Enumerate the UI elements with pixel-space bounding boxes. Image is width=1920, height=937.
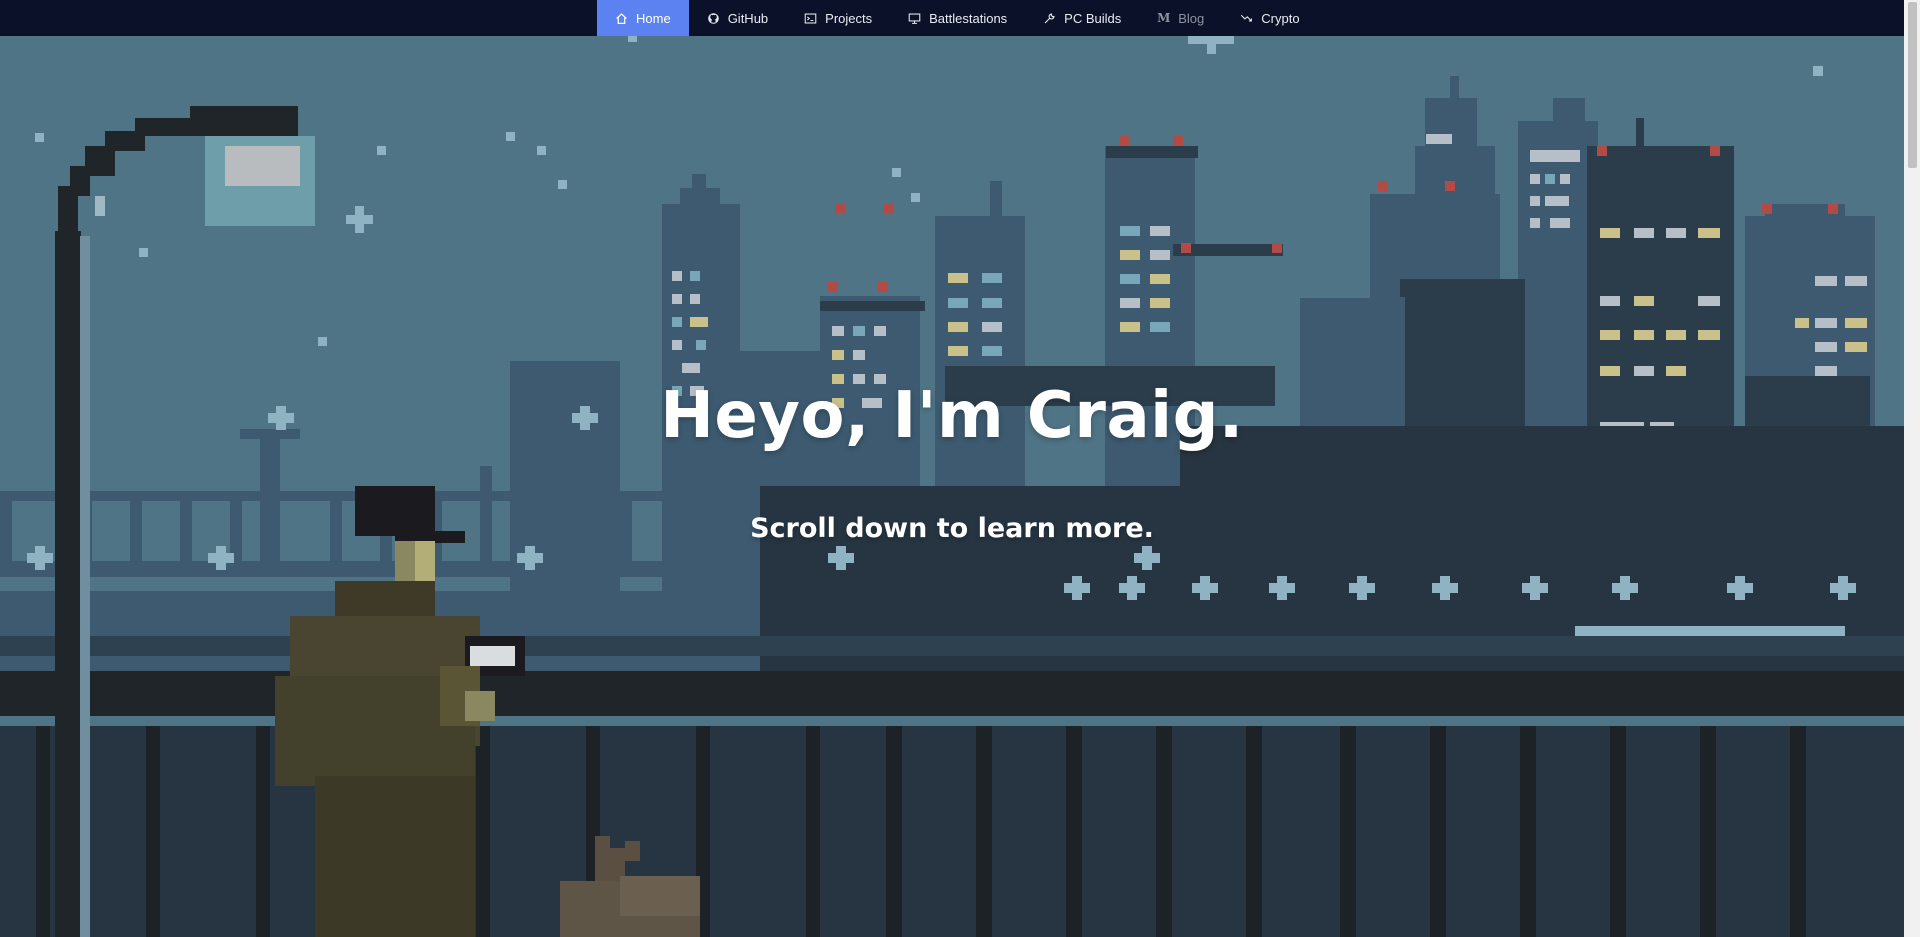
chart-down-icon [1240, 12, 1253, 25]
nav-item-label: Home [636, 10, 671, 26]
nav-item-blog[interactable]: M Blog [1139, 0, 1222, 36]
pixel-city-background [0, 36, 1904, 937]
medium-icon: M [1157, 11, 1171, 25]
nav-item-label: Blog [1178, 10, 1205, 26]
nav-item-projects[interactable]: Projects [786, 0, 890, 36]
hero-section: Heyo, I'm Craig. Scroll down to learn mo… [0, 36, 1904, 937]
terminal-icon [804, 12, 817, 25]
nav-menu: Home GitHub Projects Battlestations PC B… [597, 0, 1318, 36]
nav-item-label: Projects [825, 10, 873, 26]
nav-item-label: PC Builds [1064, 10, 1122, 26]
wrench-icon [1043, 12, 1056, 25]
monitor-icon [908, 12, 921, 25]
nav-item-label: Crypto [1261, 10, 1300, 26]
page-scrollbar[interactable] [1904, 0, 1920, 937]
nav-item-pc-builds[interactable]: PC Builds [1025, 0, 1139, 36]
nav-item-github[interactable]: GitHub [689, 0, 786, 36]
nav-item-label: Battlestations [929, 10, 1008, 26]
nav-item-battlestations[interactable]: Battlestations [890, 0, 1025, 36]
nav-item-crypto[interactable]: Crypto [1222, 0, 1317, 36]
scrollbar-thumb[interactable] [1908, 2, 1917, 168]
nav-item-label: GitHub [727, 10, 769, 26]
nav-item-home[interactable]: Home [597, 0, 689, 36]
home-icon [615, 12, 628, 25]
github-icon [707, 12, 720, 25]
top-navbar: Home GitHub Projects Battlestations PC B… [0, 0, 1904, 36]
